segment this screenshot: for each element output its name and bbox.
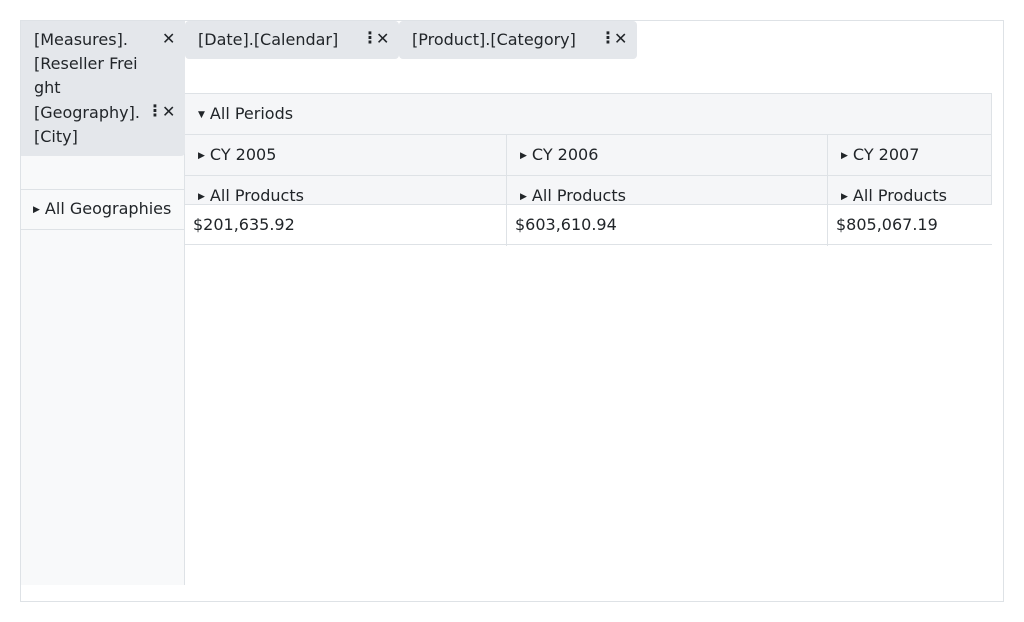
pivot-grid: [Measures].[Reseller Freight ✕ [Geograph… <box>20 20 1004 602</box>
value-cell[interactable]: $603,610.94 <box>507 205 828 246</box>
row-header-area: [Measures].[Reseller Freight ✕ [Geograph… <box>21 21 185 585</box>
column-header-label: All Products <box>852 186 947 204</box>
measures-chip[interactable]: [Measures].[Reseller Freight ✕ [Geograph… <box>21 21 185 156</box>
column-header-product[interactable]: ▶ All Products <box>185 176 507 204</box>
column-header-product[interactable]: ▶ All Products <box>507 176 828 204</box>
column-header-all-periods[interactable]: ▼ All Periods <box>185 94 992 135</box>
close-icon[interactable]: ✕ <box>162 104 175 120</box>
caret-right-icon: ▶ <box>198 192 205 202</box>
column-header-label: CY 2006 <box>531 145 599 164</box>
value-cell[interactable]: $805,067.19 <box>828 205 992 246</box>
column-header-row: ▼ All Periods <box>185 93 992 135</box>
column-header-row: ▶ All Products ▶ All Products ▶ All Product… <box>185 175 992 204</box>
column-header-label: CY 2007 <box>852 145 920 164</box>
column-header-row: ▶ CY 2005 ▶ CY 2006 ▶ CY 2007 <box>185 134 992 176</box>
table-row: $201,635.92 $603,610.94 $805,067.19 <box>185 204 992 246</box>
row-header-label: All Geographies <box>44 199 172 218</box>
close-icon[interactable]: ✕ <box>162 31 175 47</box>
caret-right-icon: ▶ <box>841 151 848 161</box>
column-header-year[interactable]: ▶ CY 2007 <box>828 135 992 176</box>
measures-chip-label: [Measures].[Reseller Freight <box>34 30 138 97</box>
caret-down-icon: ▼ <box>198 110 205 120</box>
column-header-product[interactable]: ▶ All Products <box>828 176 992 204</box>
caret-right-icon: ▶ <box>520 151 527 161</box>
product-category-chip[interactable]: [Product].[Category] ⋮ ✕ <box>399 21 637 59</box>
rows-chip-label: [Geography].[City] <box>34 103 140 146</box>
date-calendar-chip[interactable]: [Date].[Calendar] ⋮ ✕ <box>185 21 399 59</box>
row-header-all-geographies[interactable]: ▶ All Geographies <box>21 189 185 230</box>
caret-right-icon: ▶ <box>841 192 848 202</box>
caret-right-icon: ▶ <box>520 192 527 202</box>
column-header-year[interactable]: ▶ CY 2005 <box>185 135 507 176</box>
caret-right-icon: ▶ <box>33 205 40 215</box>
close-icon[interactable]: ✕ <box>614 31 627 47</box>
column-header-year[interactable]: ▶ CY 2006 <box>507 135 828 176</box>
caret-right-icon: ▶ <box>198 151 205 161</box>
column-header-label: All Periods <box>209 104 294 123</box>
column-header-label: All Products <box>531 186 626 204</box>
kebab-menu-icon[interactable]: ⋮ <box>147 103 163 119</box>
value-cell[interactable]: $201,635.92 <box>185 205 507 246</box>
column-header-label: All Products <box>209 186 304 204</box>
column-header-label: CY 2005 <box>209 145 277 164</box>
close-icon[interactable]: ✕ <box>376 31 389 47</box>
